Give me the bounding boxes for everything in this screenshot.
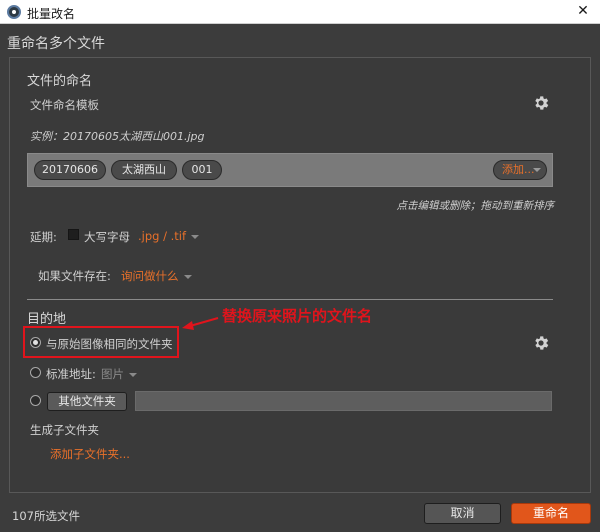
- other-folder-button[interactable]: 其他文件夹: [47, 392, 127, 411]
- add-token-button[interactable]: 添加...: [493, 160, 547, 180]
- standard-location-dropdown[interactable]: 图片: [101, 366, 137, 382]
- add-token-label: 添加...: [502, 163, 535, 176]
- if-exists-label: 如果文件存在:: [38, 269, 111, 283]
- selected-files-count: 107所选文件: [12, 509, 80, 523]
- rename-button[interactable]: 重命名: [511, 503, 591, 524]
- extension-label: 延期:: [30, 230, 57, 244]
- title-bar: 批量改名 ✕: [0, 0, 600, 24]
- radio-same-folder[interactable]: [30, 337, 41, 348]
- file-naming-section-title: 文件的命名: [27, 74, 93, 89]
- section-divider: [27, 299, 553, 300]
- window-title: 批量改名: [27, 7, 76, 21]
- chevron-down-icon: [533, 168, 541, 172]
- radio-standard-location[interactable]: [30, 367, 41, 378]
- same-folder-label: 与原始图像相同的文件夹: [46, 337, 173, 351]
- other-folder-path-field[interactable]: [135, 391, 552, 411]
- template-label: 文件命名模板: [30, 98, 99, 112]
- token-place[interactable]: 太湖西山: [111, 160, 177, 180]
- if-exists-value: 询问做什么: [121, 269, 179, 283]
- uppercase-checkbox[interactable]: [68, 229, 79, 240]
- close-icon[interactable]: ✕: [566, 0, 600, 24]
- gear-icon[interactable]: [532, 94, 550, 112]
- token-sequence[interactable]: 001: [182, 160, 222, 180]
- extension-value: .jpg / .tif: [138, 229, 187, 243]
- standard-location-value: 图片: [101, 367, 124, 381]
- standard-location-label: 标准地址:: [46, 367, 96, 381]
- token-hint: 点击编辑或删除；拖动到重新排序: [396, 200, 555, 212]
- arrow-left-icon: [182, 317, 219, 330]
- app-icon: [7, 5, 21, 19]
- naming-example: 实例：20170605太湖西山001.jpg: [30, 130, 205, 143]
- chevron-down-icon: [129, 372, 137, 377]
- destination-section-title: 目的地: [27, 312, 67, 327]
- annotation-text: 替换原来照片的文件名: [222, 307, 373, 325]
- add-subfolder-link[interactable]: 添加子文件夹...: [50, 446, 130, 462]
- subfolder-label: 生成子文件夹: [30, 423, 99, 437]
- cancel-button[interactable]: 取消: [424, 503, 501, 524]
- chevron-down-icon: [183, 274, 192, 279]
- token-area[interactable]: 20170606 太湖西山 001 添加...: [27, 153, 553, 187]
- extension-dropdown[interactable]: .jpg / .tif: [138, 229, 200, 243]
- gear-icon[interactable]: [532, 334, 550, 352]
- if-exists-dropdown[interactable]: 询问做什么: [121, 268, 192, 284]
- token-date[interactable]: 20170606: [34, 160, 106, 180]
- uppercase-label: 大写字母: [84, 230, 130, 244]
- chevron-down-icon: [191, 234, 200, 239]
- radio-other-folder[interactable]: [30, 395, 41, 406]
- dialog-header: 重命名多个文件: [7, 36, 105, 52]
